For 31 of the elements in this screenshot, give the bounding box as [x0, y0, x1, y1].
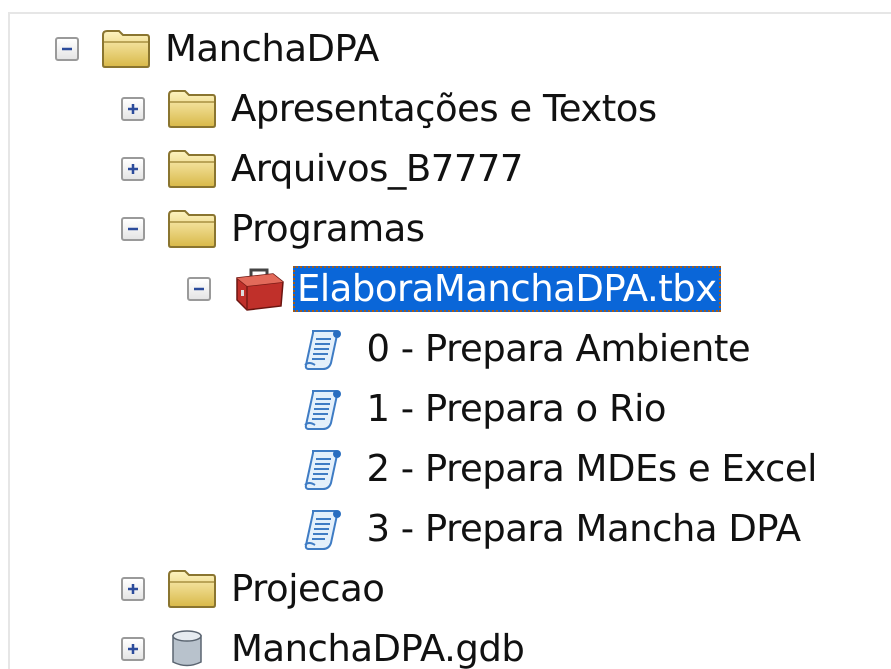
plus-icon: [127, 583, 139, 595]
tree-item[interactable]: ManchaDPA.gdb: [227, 626, 528, 669]
folder-icon: [101, 29, 151, 69]
plus-icon: [127, 163, 139, 175]
tree-item[interactable]: 2 - Prepara MDEs e Excel: [362, 446, 821, 492]
tree-item[interactable]: ManchaDPA: [161, 26, 383, 72]
expand-button[interactable]: [121, 157, 145, 181]
script-icon: [302, 387, 342, 431]
tree-item[interactable]: Programas: [227, 206, 429, 252]
collapse-button[interactable]: [55, 37, 79, 61]
folder-icon: [167, 149, 217, 189]
expand-button[interactable]: [121, 97, 145, 121]
tree-item[interactable]: Apresentações e Textos: [227, 86, 661, 132]
tree-item[interactable]: 0 - Prepara Ambiente: [362, 326, 754, 372]
tree-item[interactable]: Arquivos_B7777: [227, 146, 527, 192]
folder-icon: [167, 209, 217, 249]
tree-item[interactable]: 3 - Prepara Mancha DPA: [362, 506, 805, 552]
collapse-button[interactable]: [187, 277, 211, 301]
script-icon: [302, 507, 342, 551]
tree-item[interactable]: 1 - Prepara o Rio: [362, 386, 670, 432]
expand-button[interactable]: [121, 637, 145, 661]
tree-item[interactable]: ElaboraManchaDPA.tbx: [293, 266, 721, 312]
script-icon: [302, 327, 342, 371]
plus-icon: [127, 643, 139, 655]
folder-icon: [167, 89, 217, 129]
expand-button[interactable]: [121, 577, 145, 601]
script-icon: [302, 447, 342, 491]
folder-icon: [167, 569, 217, 609]
tree-item[interactable]: Projecao: [227, 566, 388, 612]
collapse-button[interactable]: [121, 217, 145, 241]
plus-icon: [127, 103, 139, 115]
